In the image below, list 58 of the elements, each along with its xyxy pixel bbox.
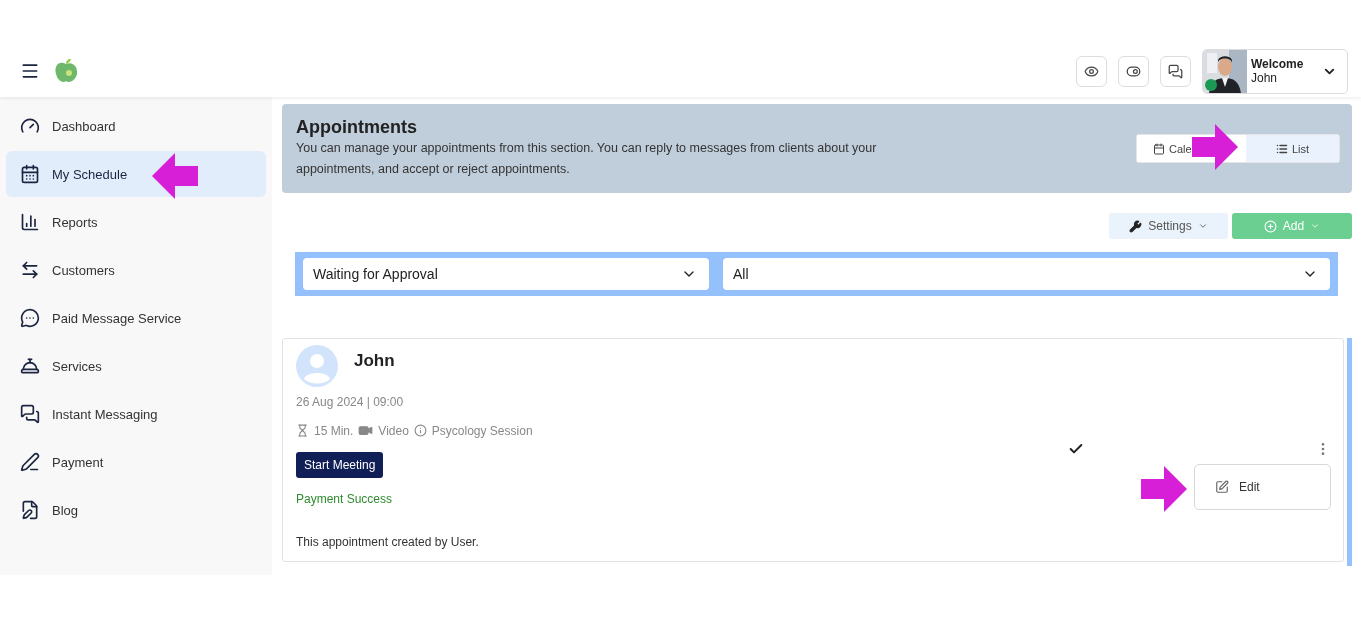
- page-title: Appointments: [296, 117, 418, 138]
- plus-icon: [1263, 219, 1277, 233]
- wrench-icon: [1129, 219, 1143, 233]
- filter-select[interactable]: Waiting for Approval: [303, 258, 709, 290]
- caret-icon: [1197, 221, 1208, 231]
- logo-icon: [54, 58, 78, 84]
- filter-select[interactable]: All: [722, 258, 1330, 290]
- appointment-note: This appointment created by User.: [296, 535, 480, 549]
- sidebar-item[interactable]: Customers: [6, 247, 266, 293]
- avatar-icon: [296, 345, 338, 387]
- pointer-arrow-icon: [152, 153, 198, 199]
- client-name: John: [354, 351, 395, 371]
- hourglass-icon: [296, 424, 309, 437]
- mode-text: Video: [378, 423, 409, 438]
- appointment-datetime: 26 Aug 2024 | 09:00: [296, 395, 405, 409]
- sidebar-item[interactable]: Services: [6, 343, 266, 389]
- edit-icon: [1215, 480, 1229, 494]
- start-meeting-button[interactable]: Start Meeting: [296, 452, 384, 478]
- info-icon: [413, 424, 427, 437]
- pen-icon: [20, 452, 40, 472]
- menu-icon[interactable]: [20, 61, 40, 81]
- settings-button[interactable]: Settings: [1109, 213, 1228, 239]
- eye-icon: [1084, 63, 1099, 79]
- bell-icon: [20, 356, 40, 376]
- sidebar-item[interactable]: Paid Message Service: [6, 295, 266, 341]
- sidebar-item[interactable]: My Schedule: [6, 151, 266, 197]
- arrows-icon: [20, 260, 40, 280]
- user-name: John: [1251, 71, 1279, 85]
- sidebar-item[interactable]: Instant Messaging: [6, 391, 266, 437]
- chat-icon: [20, 404, 40, 424]
- document-pen-icon: [20, 500, 40, 520]
- user-menu[interactable]: Welcome John: [1202, 48, 1348, 94]
- pointer-arrow-icon: [1192, 124, 1238, 170]
- gauge-icon: [20, 116, 40, 136]
- calendar-icon: [1153, 142, 1165, 155]
- messages-button[interactable]: [1160, 55, 1191, 87]
- chat-icon: [1168, 63, 1183, 79]
- sidebar-item[interactable]: Payment: [6, 439, 266, 485]
- duration-text: 15 Min.: [314, 423, 354, 438]
- pointer-arrow-icon: [1141, 466, 1187, 512]
- sidebar-item[interactable]: Blog: [6, 487, 266, 533]
- edit-menu-item[interactable]: Edit: [1215, 480, 1260, 494]
- payment-status: Payment Success: [296, 492, 394, 506]
- list-icon: [1275, 142, 1288, 155]
- service-text: Psycology Session: [431, 423, 533, 438]
- welcome-text: Welcome: [1251, 57, 1305, 71]
- caret-icon: [1310, 221, 1321, 231]
- sidebar-item[interactable]: Reports: [6, 199, 266, 245]
- chat-bubble-icon: [20, 308, 40, 328]
- toggle-icon: [1126, 63, 1141, 79]
- toggle-button[interactable]: [1118, 55, 1149, 87]
- sidebar-item[interactable]: Dashboard: [6, 103, 266, 149]
- preview-button[interactable]: [1076, 55, 1107, 87]
- video-icon: [358, 423, 374, 438]
- calendar-icon: [20, 164, 40, 184]
- page-description: You can manage your appointments from this section. You can reply to messages from clients about your appointments, and accept or reject appointments.: [296, 140, 878, 178]
- view-tab[interactable]: List: [1246, 135, 1339, 162]
- bar-chart-icon: [20, 212, 40, 232]
